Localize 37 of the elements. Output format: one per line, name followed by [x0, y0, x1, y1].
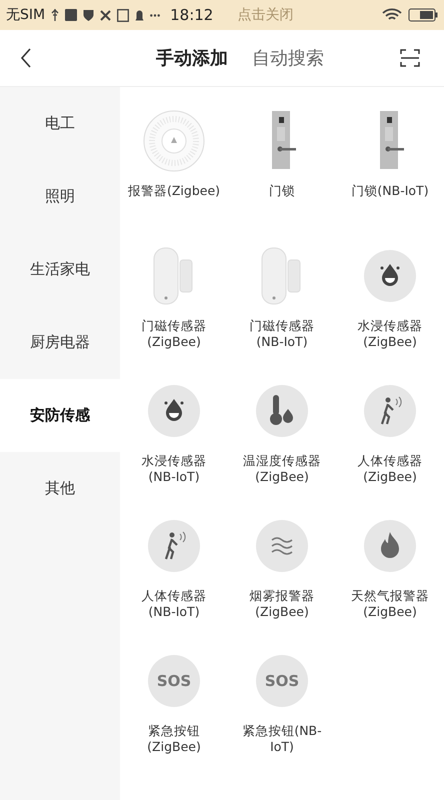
carrier-label: 无SIM: [6, 6, 46, 24]
sos-icon[interactable]: SOS: [148, 655, 200, 707]
status-time: 18:12: [170, 6, 214, 24]
wifi-icon: [382, 8, 402, 22]
sidebar-item[interactable]: 厨房电器: [0, 306, 120, 379]
sidebar-item[interactable]: 照明: [0, 160, 120, 233]
device-name[interactable]: 门锁(NB-IoT): [351, 183, 429, 199]
usb-icon: [51, 8, 60, 22]
sidebar-item[interactable]: 电工: [0, 87, 120, 160]
sidebar-item[interactable]: 安防传感: [0, 379, 120, 452]
device-name[interactable]: 紧急按钮(NB- IoT): [242, 723, 322, 755]
square-icon: [117, 8, 130, 22]
device-name[interactable]: 紧急按钮 (ZigBee): [147, 723, 201, 755]
sos-icon[interactable]: SOS: [256, 655, 308, 707]
back-icon[interactable]: [20, 48, 32, 68]
shield-icon: [83, 9, 94, 21]
sidebar-item[interactable]: 生活家电: [0, 233, 120, 306]
device-name[interactable]: 报警器(Zigbee): [128, 183, 220, 199]
battery-icon: [408, 8, 438, 22]
device-name[interactable]: 人体传感器 (NB-IoT): [142, 588, 206, 620]
device-name[interactable]: 烟雾报警器 (ZigBee): [250, 588, 314, 620]
device-name[interactable]: 人体传感器 (ZigBee): [358, 453, 422, 485]
header-tab[interactable]: 手动添加: [156, 46, 228, 70]
device-name[interactable]: 门锁: [269, 183, 295, 199]
sidebar-item[interactable]: 其他: [0, 452, 120, 525]
scan-icon[interactable]: [400, 48, 420, 68]
tools-icon: [100, 10, 112, 20]
device-name[interactable]: 天然气报警器 (ZigBee): [351, 588, 429, 620]
device-name[interactable]: 门磁传感器 (NB-IoT): [250, 318, 314, 350]
app-icon: [65, 9, 78, 21]
more-icon: [150, 14, 160, 16]
device-name[interactable]: 水浸传感器 (NB-IoT): [142, 453, 206, 485]
device-name[interactable]: 门磁传感器 (ZigBee): [142, 318, 206, 350]
header-tab[interactable]: 自动搜索: [252, 46, 324, 70]
device-name[interactable]: 温湿度传感器 (ZigBee): [243, 453, 321, 485]
bell-icon: [135, 9, 144, 21]
device-name[interactable]: 水浸传感器 (ZigBee): [358, 318, 422, 350]
